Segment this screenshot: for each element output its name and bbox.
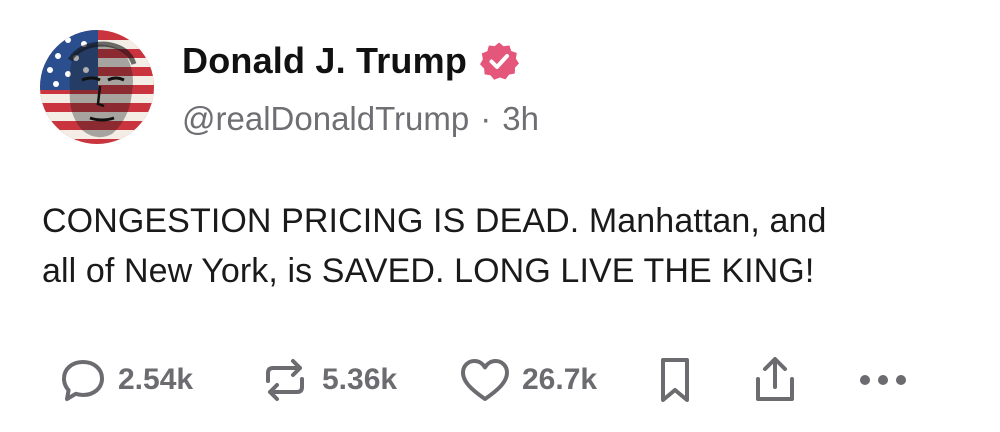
post-text-line: all of New York, is SAVED. LONG LIVE THE… — [42, 252, 815, 290]
meta-separator: · — [480, 100, 492, 137]
repost-count: 5.36k — [322, 363, 398, 396]
like-count: 26.7k — [522, 363, 598, 396]
share-icon — [756, 357, 794, 401]
post-body: CONGESTION PRICING IS DEAD. Manhattan, a… — [42, 196, 972, 296]
repost-button[interactable]: 5.36k — [260, 350, 397, 410]
author-meta: @realDonaldTrump · 3h — [182, 100, 539, 138]
post-actions-bar: 2.54k 5.36k 26.7k — [0, 350, 1000, 410]
post-card: Donald J. Trump @realDonaldTrump · 3h CO… — [0, 0, 1000, 432]
reply-icon — [62, 360, 104, 401]
verified-badge-icon — [480, 42, 520, 80]
bookmark-icon — [661, 358, 689, 402]
like-icon — [461, 359, 509, 401]
like-button[interactable]: 26.7k — [460, 350, 597, 410]
author-handle[interactable]: @realDonaldTrump — [182, 100, 469, 138]
more-options-button[interactable] — [858, 350, 908, 410]
avatar[interactable] — [40, 30, 154, 144]
author-name-row: Donald J. Trump — [182, 38, 520, 84]
share-button[interactable] — [752, 350, 798, 410]
post-timestamp[interactable]: 3h — [502, 100, 539, 138]
reply-count: 2.54k — [118, 363, 194, 396]
repost-icon — [266, 359, 304, 401]
reply-button[interactable]: 2.54k — [60, 350, 193, 410]
more-icon — [860, 375, 906, 385]
post-text-line: CONGESTION PRICING IS DEAD. Manhattan, a… — [42, 202, 827, 240]
flag-portrait-avatar-icon — [40, 30, 154, 144]
author-display-name[interactable]: Donald J. Trump — [182, 40, 467, 82]
bookmark-button[interactable] — [655, 350, 695, 410]
